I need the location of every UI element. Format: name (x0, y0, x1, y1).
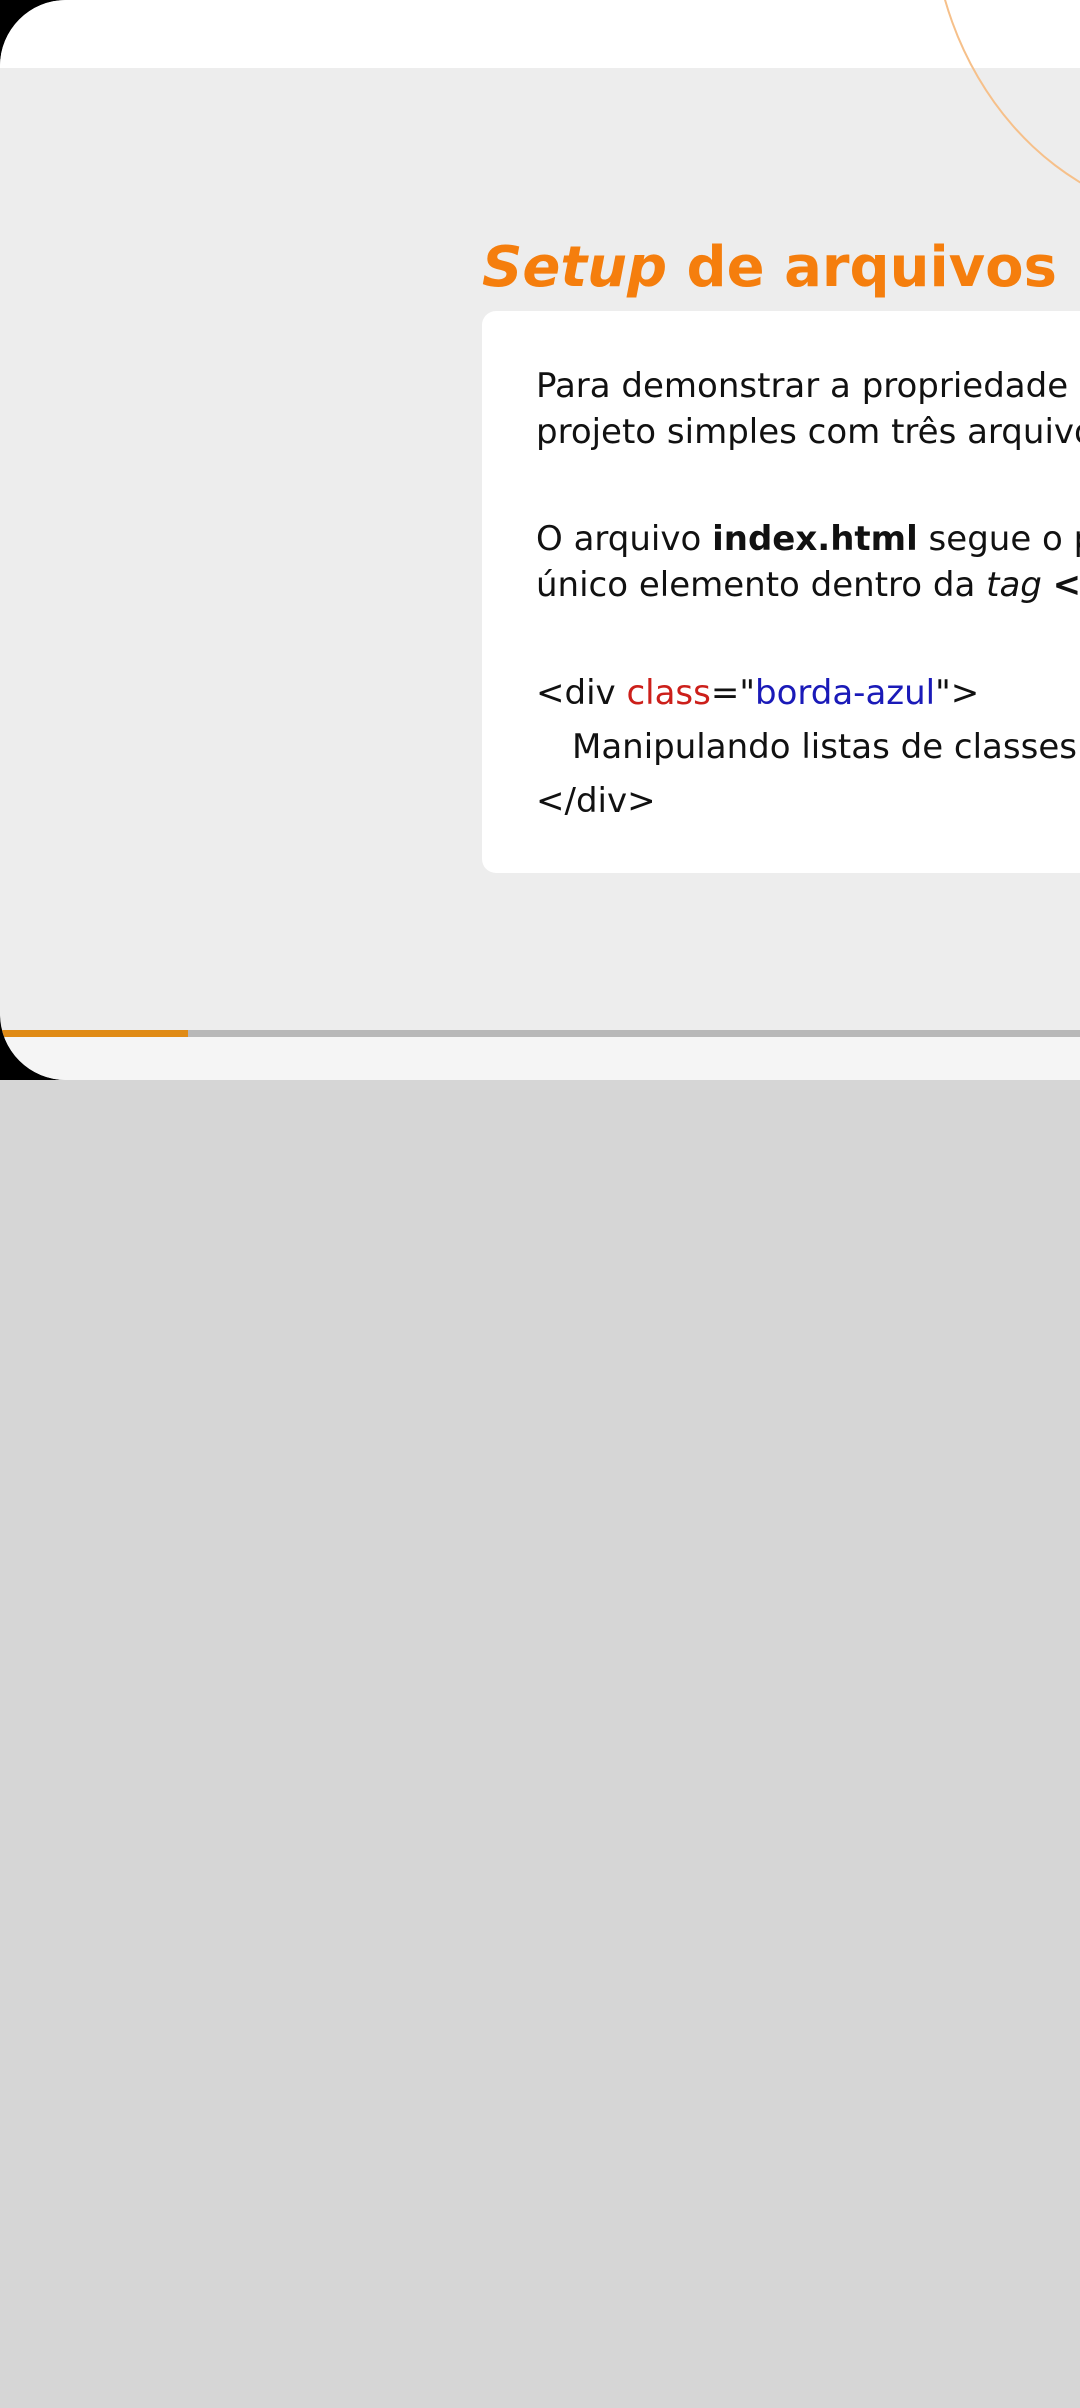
paragraph-index-line2: único elemento dentro da (536, 565, 987, 605)
paragraph-index-text: O arquivo (536, 519, 713, 559)
paragraph-index-filename: index.html (712, 519, 918, 559)
code-line-close: </div> (536, 781, 656, 821)
code-attr-name: class (626, 673, 711, 713)
paragraph-index-file: O arquivo index.html segue o padrão único… (536, 516, 1080, 608)
paragraph-index-body-tag: <body> (1052, 565, 1080, 605)
slide-title-rest: de arquivos (667, 235, 1057, 300)
code-line-inner: Manipulando listas de classes (572, 727, 1077, 767)
paragraph-index-space (1042, 565, 1053, 605)
paragraph-intro: Para demonstrar a propriedade classListp… (536, 363, 1080, 455)
slide-title-emphasis: Setup (482, 235, 668, 300)
paragraph-intro-line2: projeto simples com três arquivos (536, 412, 1080, 452)
paragraph-index-tag-word: tag (986, 565, 1042, 605)
code-equals: =" (710, 673, 755, 713)
paragraph-intro-text: Para demonstrar a propriedade (536, 366, 1079, 406)
presentation-slide[interactable]: Setup de arquivos Para demonstrar a prop… (0, 0, 1080, 1080)
slide-progress-fill (0, 1030, 188, 1037)
slide-top-bar (0, 0, 1080, 68)
code-open-tag: <div (536, 673, 627, 713)
code-attr-value: borda-azul (755, 673, 936, 713)
paragraph-index-rest: segue o padrão (928, 519, 1080, 559)
code-line-open: <div class="borda-azul"> (536, 666, 1077, 720)
code-open-tag-end: "> (935, 673, 980, 713)
slide-progress-bar (0, 1030, 1080, 1037)
viewport: Setup de arquivos Para demonstrar a prop… (0, 0, 1080, 2408)
code-snippet: <div class="borda-azul"> Manipulando lis… (536, 666, 1077, 828)
slide-footer (0, 1037, 1080, 1080)
slide-title: Setup de arquivos (482, 232, 1057, 304)
content-card: Para demonstrar a propriedade classListp… (482, 311, 1080, 873)
